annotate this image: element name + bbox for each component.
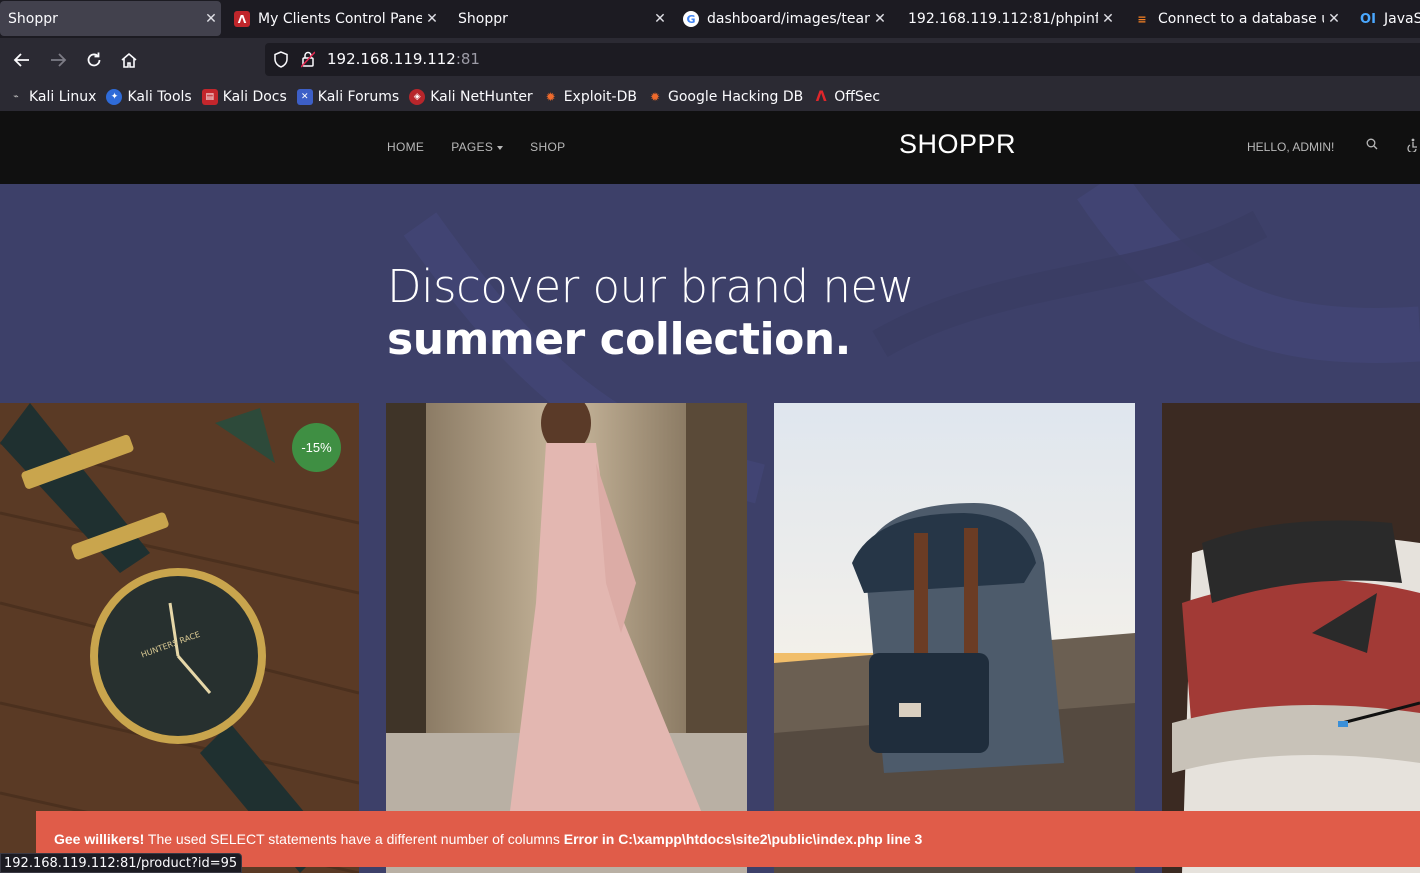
accessibility-icon[interactable]	[1406, 138, 1420, 152]
bookmark-kali-tools[interactable]: ✦ Kali Tools	[106, 88, 192, 105]
discount-badge: -15%	[292, 423, 341, 472]
site-logo[interactable]: SHOPPR	[899, 129, 1016, 160]
back-button[interactable]	[11, 49, 33, 71]
tab-title: Shoppr	[458, 11, 508, 27]
kali-forums-icon: ✕	[296, 88, 313, 105]
home-icon	[121, 52, 137, 68]
watch-product-image: HUNTERS RACE	[0, 403, 359, 873]
menu-shop[interactable]: SHOP	[530, 140, 565, 154]
tab-title: Shoppr	[8, 10, 58, 27]
reload-icon	[87, 52, 101, 67]
kali-dragon-icon: ⌁	[13, 91, 19, 102]
bookmark-google-hacking-db[interactable]: ✹ Google Hacking DB	[647, 89, 803, 105]
tab-title: My Clients Control Panel |	[258, 11, 422, 27]
bookmark-label: Kali Docs	[222, 88, 287, 105]
bookmarks-toolbar: ⌁ Kali Linux ✦ Kali Tools ▤ Kali Docs ✕ Kali…	[0, 82, 1420, 111]
close-icon[interactable]: ✕	[1324, 11, 1344, 27]
bookmark-offsec[interactable]: Ʌ OffSec	[813, 89, 880, 105]
arrow-right-icon	[51, 53, 67, 67]
home-button[interactable]	[118, 49, 140, 71]
close-icon[interactable]: ✕	[1098, 11, 1118, 27]
kali-docs-icon: ▤	[201, 88, 218, 105]
close-icon[interactable]: ✕	[870, 11, 890, 27]
tab-phpinfo[interactable]: 192.168.119.112:81/phpinfo.ph ✕	[900, 0, 1118, 38]
url-host: 192.168.119.112	[327, 50, 456, 68]
menu-home[interactable]: HOME	[387, 140, 424, 154]
arrow-left-icon	[13, 53, 29, 67]
site-header: HOME PAGES SHOP SHOPPR HELLO, ADMIN!	[0, 111, 1420, 184]
close-icon[interactable]: ✕	[201, 11, 221, 27]
tab-title: Connect to a database usi	[1158, 11, 1324, 27]
tab-bar: Shoppr ✕ Ʌ My Clients Control Panel | ✕ …	[0, 0, 1420, 38]
tab-shoppr-active[interactable]: Shoppr ✕	[0, 1, 221, 36]
hero-heading-line2: summer collection.	[387, 314, 851, 365]
product-card-sneaker[interactable]	[1162, 403, 1420, 873]
ghdb-icon: ✹	[649, 89, 661, 104]
hero-heading-line1: Discover our brand new	[387, 260, 914, 313]
url-port: :81	[455, 50, 480, 68]
sneaker-product-image	[1162, 403, 1420, 873]
product-card-dress[interactable]	[386, 403, 747, 873]
product-card-watch[interactable]: HUNTERS RACE -15%	[0, 403, 359, 873]
forward-button[interactable]	[47, 49, 69, 71]
status-bar-url: 192.168.119.112:81/product?id=95	[0, 853, 243, 873]
user-greeting[interactable]: HELLO, ADMIN!	[1247, 140, 1334, 154]
stackoverflow-icon: ≡	[1137, 12, 1147, 26]
error-location: Error in C:\xampp\htdocs\site2\public\in…	[563, 831, 923, 847]
exploit-db-icon: ✹	[545, 89, 556, 104]
tab-title: JavaSc	[1384, 11, 1420, 27]
navigation-bar: 192.168.119.112:81	[0, 38, 1420, 82]
tab-connect-database[interactable]: ≡ Connect to a database usi ✕	[1126, 0, 1344, 38]
close-icon[interactable]: ✕	[422, 11, 442, 27]
tab-title: 192.168.119.112:81/phpinfo.ph	[908, 11, 1098, 27]
dress-product-image	[386, 403, 747, 873]
tab-shoppr[interactable]: Shoppr ✕	[450, 0, 670, 38]
address-bar[interactable]: 192.168.119.112:81	[265, 43, 1420, 76]
backpack-product-image	[774, 403, 1135, 873]
kali-tools-icon: ✦	[106, 88, 123, 105]
menu-pages[interactable]: PAGES	[451, 140, 504, 154]
hero-section: Discover our brand new summer collection…	[0, 184, 1420, 873]
main-menu: HOME PAGES SHOP	[387, 140, 592, 154]
tab-dashboard-images[interactable]: G dashboard/images/team - ✕	[675, 0, 890, 38]
bookmark-label: Kali Forums	[317, 88, 400, 105]
bookmark-label: Google Hacking DB	[667, 88, 804, 105]
bookmark-label: Kali NetHunter	[430, 88, 533, 105]
bookmark-kali-nethunter[interactable]: ◈ Kali NetHunter	[409, 88, 533, 105]
oi-icon: OI	[1360, 11, 1376, 27]
google-icon: G	[683, 11, 699, 27]
tab-clients-panel[interactable]: Ʌ My Clients Control Panel | ✕	[226, 0, 442, 38]
bookmark-kali-docs[interactable]: ▤ Kali Docs	[201, 88, 287, 105]
tab-javascript[interactable]: OI JavaSc	[1352, 0, 1420, 38]
close-icon[interactable]: ✕	[650, 11, 670, 27]
product-card-backpack[interactable]	[774, 403, 1135, 873]
shield-icon[interactable]	[273, 51, 289, 68]
bookmark-kali-forums[interactable]: ✕ Kali Forums	[296, 88, 400, 105]
bookmark-label: OffSec	[834, 88, 881, 105]
red-lock-icon: Ʌ	[234, 11, 250, 27]
insecure-lock-icon[interactable]	[301, 51, 315, 68]
search-icon[interactable]	[1366, 138, 1378, 150]
menu-pages-label: PAGES	[451, 140, 494, 154]
tab-title: dashboard/images/team -	[707, 11, 870, 27]
bookmark-kali-linux[interactable]: ⌁ Kali Linux	[8, 89, 96, 105]
reload-button[interactable]	[83, 49, 105, 71]
url-text[interactable]: 192.168.119.112:81	[327, 50, 480, 68]
bookmark-label: Kali Linux	[29, 88, 97, 105]
error-banner: Gee willikers! The used SELECT statement…	[36, 811, 1420, 867]
error-lead: Gee willikers!	[54, 831, 145, 847]
bookmark-label: Exploit-DB	[563, 88, 637, 105]
nethunter-icon: ◈	[409, 88, 426, 105]
offsec-icon: Ʌ	[815, 88, 827, 105]
error-message: The used SELECT statements have a differ…	[144, 831, 564, 847]
bookmark-exploit-db[interactable]: ✹ Exploit-DB	[543, 89, 637, 105]
bookmark-label: Kali Tools	[127, 88, 192, 105]
caret-down-icon	[497, 145, 504, 150]
